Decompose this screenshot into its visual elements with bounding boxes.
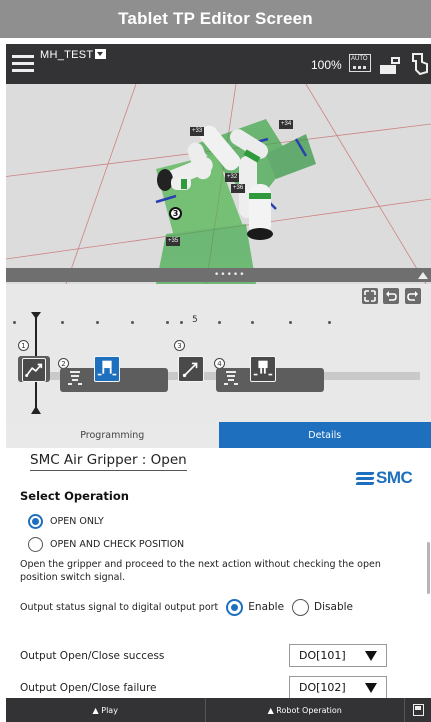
screen-frame: Tablet TP Editor Screen MH_TEST 100% AUT… <box>0 0 431 722</box>
ruler-tick <box>166 321 169 324</box>
radio-disable[interactable] <box>292 598 310 616</box>
option-open-only[interactable]: OPEN ONLY <box>28 513 104 529</box>
motion-icon[interactable] <box>22 358 46 382</box>
ruler-tick <box>180 321 183 324</box>
enable-label: Enable <box>248 601 285 613</box>
ruler-tick <box>289 321 292 324</box>
node-number: 3 <box>174 340 185 351</box>
page-banner: Tablet TP Editor Screen <box>0 0 431 38</box>
output-status-row: Output status signal to digital output p… <box>20 598 353 616</box>
success-field-label: Output Open/Close success <box>20 650 165 662</box>
smc-logo: SMC <box>355 468 413 488</box>
gripper-open-icon <box>64 368 86 390</box>
radio-enable[interactable] <box>226 598 244 616</box>
chevron-down-icon <box>365 651 377 661</box>
menu-icon[interactable] <box>12 53 34 75</box>
smc-logo-text: SMC <box>376 468 413 487</box>
banner-title: Tablet TP Editor Screen <box>118 9 313 28</box>
select-value: DO[102] <box>299 681 346 694</box>
bottom-bar: ▲ Play ▲ Robot Operation <box>6 698 431 722</box>
failure-output-select[interactable]: DO[102] <box>289 676 387 698</box>
motion-icon[interactable] <box>178 356 204 382</box>
splitter-grip: ••••• <box>214 270 246 280</box>
teach-pendant-icon[interactable] <box>378 54 402 76</box>
program-selector[interactable]: MH_TEST <box>40 48 107 61</box>
robot-3d-viewport[interactable]: +33 +34 +32 +36 +35 3 <box>6 84 431 284</box>
undo-icon[interactable] <box>383 288 399 304</box>
timeline-toolbar <box>6 284 431 310</box>
speed-value[interactable]: 100% <box>311 58 342 72</box>
save-icon[interactable] <box>405 698 431 722</box>
option-label: OPEN AND CHECK POSITION <box>50 538 185 550</box>
smc-logo-mark <box>355 471 375 485</box>
joint-label: +32 <box>225 173 240 182</box>
hand-guide-icon[interactable] <box>410 52 430 76</box>
auto-mode-label: AUTO <box>351 56 368 62</box>
dropdown-icon <box>95 49 107 59</box>
radio-open-only[interactable] <box>28 513 43 529</box>
failure-field-label: Output Open/Close failure <box>20 682 157 694</box>
option-open-and-check[interactable]: OPEN AND CHECK POSITION <box>28 536 184 552</box>
gripper-close-icon[interactable] <box>250 356 276 382</box>
details-panel: SMC Air Gripper : Open SMC Select Operat… <box>6 448 431 698</box>
playhead-handle[interactable] <box>31 312 41 319</box>
top-toolbar: MH_TEST 100% AUTO <box>6 44 431 84</box>
node-number: 1 <box>18 340 29 351</box>
joint-label: +34 <box>279 120 294 129</box>
playhead-handle[interactable] <box>31 406 41 414</box>
ruler-tick <box>13 321 16 324</box>
section-title: Select Operation <box>20 489 129 503</box>
joint-label: +36 <box>231 184 246 193</box>
disable-label: Disable <box>314 601 353 613</box>
robot-operation-button[interactable]: ▲ Robot Operation <box>206 698 405 722</box>
tab-details[interactable]: Details <box>218 422 431 448</box>
gripper-close-icon <box>220 368 242 390</box>
waypoint-marker[interactable]: 3 <box>169 207 182 220</box>
success-output-select[interactable]: DO[101] <box>289 644 387 667</box>
chevron-down-icon <box>365 683 377 693</box>
details-title: SMC Air Gripper : Open <box>30 452 187 471</box>
fit-view-icon[interactable] <box>362 288 378 304</box>
scrollbar[interactable] <box>427 542 430 594</box>
expand-up-icon[interactable] <box>418 272 428 279</box>
radio-open-and-check[interactable] <box>28 536 43 552</box>
tab-programming[interactable]: Programming <box>6 422 219 448</box>
panel-tabs: Programming Details <box>6 422 431 448</box>
output-status-label: Output status signal to digital output p… <box>20 601 219 613</box>
ruler-number: 5 <box>192 315 198 325</box>
gripper-open-icon[interactable] <box>94 356 120 382</box>
ruler-tick <box>61 321 64 324</box>
option-label: OPEN ONLY <box>50 515 104 527</box>
play-button[interactable]: ▲ Play <box>6 698 206 722</box>
ruler-tick <box>251 321 254 324</box>
redo-icon[interactable] <box>405 288 421 304</box>
joint-label: +35 <box>166 237 181 246</box>
panel-splitter[interactable]: ••••• <box>6 268 431 282</box>
ruler-tick <box>328 321 331 324</box>
robot-scene <box>6 84 431 284</box>
select-value: DO[101] <box>299 649 346 662</box>
ruler-tick <box>96 321 99 324</box>
joint-label: +33 <box>190 127 205 136</box>
program-name: MH_TEST <box>40 49 94 61</box>
ruler-tick <box>131 321 134 324</box>
operation-description: Open the gripper and proceed to the next… <box>20 559 381 583</box>
auto-mode-icon[interactable]: AUTO <box>349 54 371 72</box>
program-timeline[interactable]: 5 1 2 3 4 <box>6 310 431 422</box>
ruler-tick <box>218 321 221 324</box>
